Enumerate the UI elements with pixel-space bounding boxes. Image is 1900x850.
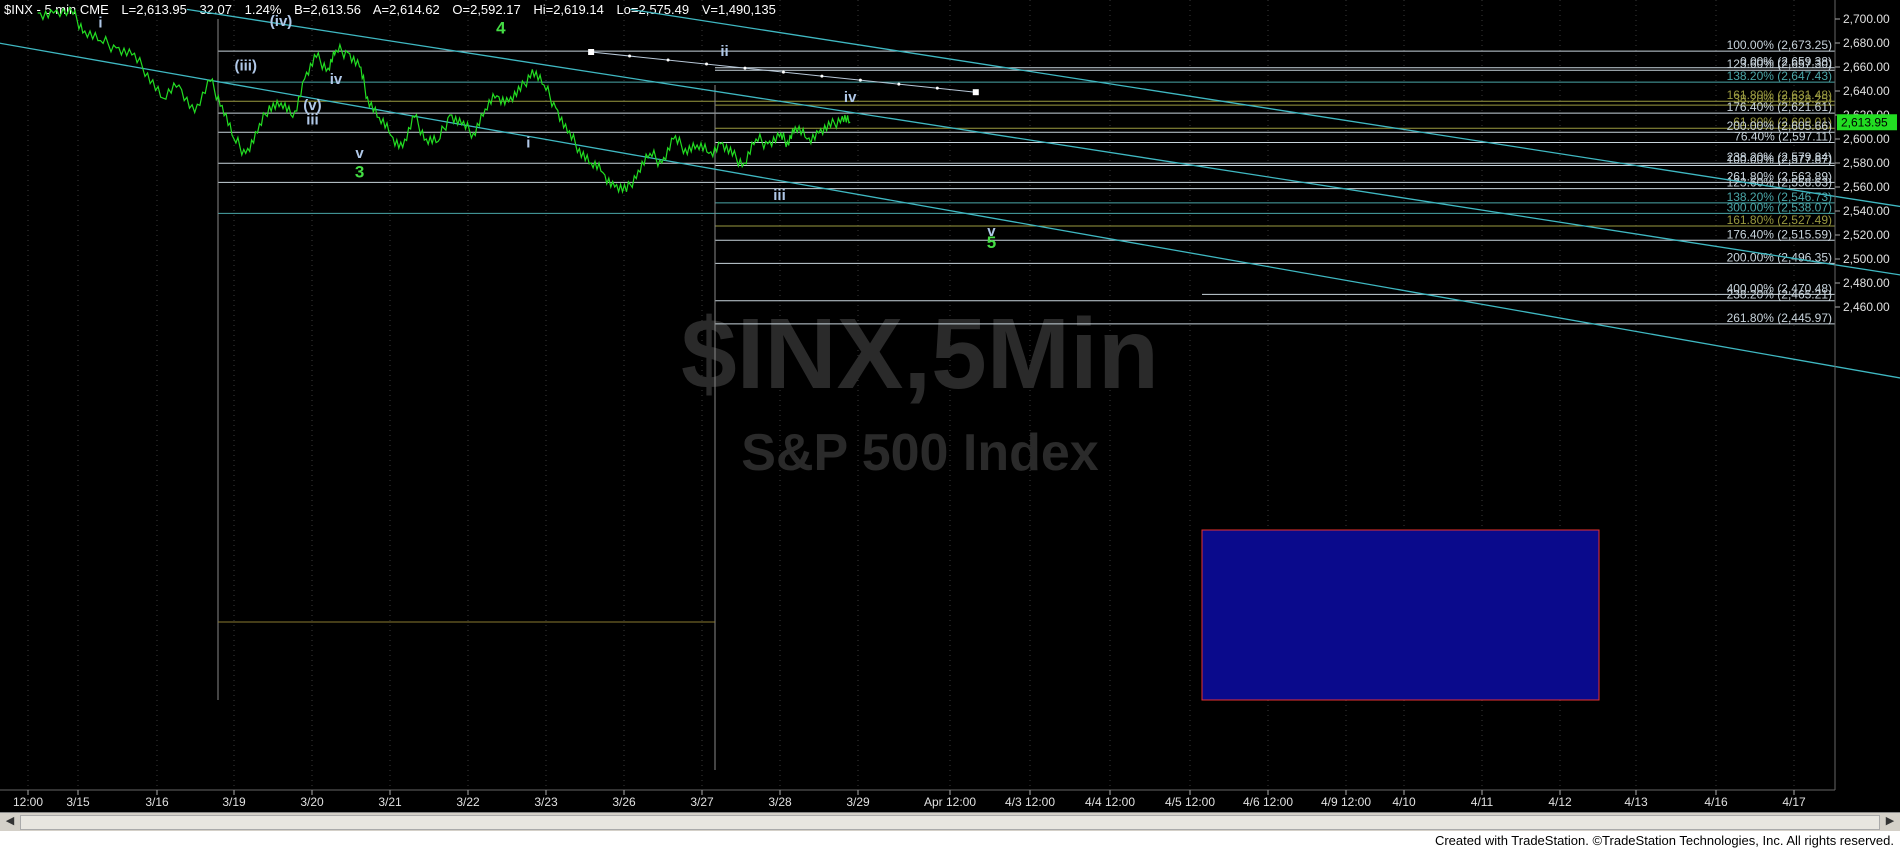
x-tick-label: 4/9 12:00	[1321, 795, 1371, 809]
y-tick-label: 2,500.00	[1843, 252, 1890, 266]
wave-label: iv	[844, 89, 857, 106]
wave-label: ii	[720, 43, 728, 60]
trendline-dot	[628, 54, 632, 58]
trendline-dot	[666, 58, 670, 62]
y-tick-label: 2,480.00	[1843, 276, 1890, 290]
trendline-dot	[897, 82, 901, 86]
watermark-name: S&P 500 Index	[741, 424, 1099, 482]
scroll-left-arrow-icon[interactable]: ◀	[2, 814, 18, 829]
x-tick-label: 4/6 12:00	[1243, 795, 1293, 809]
x-tick-label: Apr 12:00	[924, 795, 976, 809]
wave-label: (iv)	[270, 13, 293, 30]
wave-label: iii	[306, 112, 319, 129]
fib-label: 138.20% (2,647.43)	[1727, 69, 1832, 83]
wave-label: i	[98, 14, 102, 31]
target-box-group	[1201, 529, 1600, 701]
x-tick-label: 4/3 12:00	[1005, 795, 1055, 809]
trendline-handle	[972, 89, 979, 96]
y-tick-label: 2,520.00	[1843, 228, 1890, 242]
wave-label: iii	[773, 187, 786, 204]
footer: Created with TradeStation. ©TradeStation…	[0, 831, 1900, 850]
fib-label: 176.40% (2,621.61)	[1727, 100, 1832, 114]
x-tick-label: 3/21	[378, 795, 402, 809]
wave-label: 5	[987, 233, 996, 252]
y-tick-label: 2,640.00	[1843, 84, 1890, 98]
watermark: $INX,5Min S&P 500 Index	[681, 298, 1159, 482]
x-tick-label: 4/13	[1624, 795, 1648, 809]
x-tick-label: 4/17	[1782, 795, 1806, 809]
footer-credit: Created with TradeStation. ©TradeStation…	[1434, 833, 1894, 848]
y-tick-label: 2,560.00	[1843, 180, 1890, 194]
fib-label: 176.40% (2,515.59)	[1727, 227, 1832, 241]
trendline-dot	[935, 86, 939, 90]
price-line	[37, 6, 851, 195]
fib-label: 100.00% (2,577.87)	[1727, 153, 1832, 167]
trendline-dot	[705, 62, 709, 66]
wave-label: i	[526, 134, 530, 151]
x-tick-label: 3/29	[846, 795, 870, 809]
x-tick-label: 3/20	[300, 795, 324, 809]
x-tick-label: 3/26	[612, 795, 636, 809]
x-tick-label: 12:00	[13, 795, 43, 809]
x-tick-label: 3/16	[145, 795, 169, 809]
y-tick-label: 2,660.00	[1843, 60, 1890, 74]
fib-label: 161.80% (2,527.49)	[1727, 213, 1832, 227]
watermark-symbol: $INX,5Min	[681, 298, 1159, 410]
price-series	[37, 6, 851, 195]
x-tick-label: 3/23	[534, 795, 558, 809]
x-tick-label: 3/22	[456, 795, 480, 809]
y-tick-label: 2,600.00	[1843, 132, 1890, 146]
wave-label: (iii)	[234, 58, 257, 75]
x-tick-label: 4/12	[1548, 795, 1572, 809]
y-tick-label: 2,700.00	[1843, 12, 1890, 26]
x-tick-label: 3/19	[222, 795, 246, 809]
x-tick-label: 4/10	[1392, 795, 1416, 809]
fib-label: 261.80% (2,445.97)	[1727, 311, 1832, 325]
x-tick-label: 4/11	[1471, 795, 1494, 809]
x-tick-label: 4/16	[1704, 795, 1728, 809]
trendline-dot	[858, 78, 862, 82]
fib-label: 76.40% (2,597.11)	[1734, 129, 1832, 143]
x-tick-label: 3/27	[690, 795, 714, 809]
price-chart[interactable]: $INX,5Min S&P 500 Index 100.00% (2,673.2…	[0, 0, 1900, 850]
trendline-handle	[588, 49, 595, 55]
x-tick-label: 4/5 12:00	[1165, 795, 1215, 809]
scroll-right-arrow-icon[interactable]: ▶	[1882, 814, 1898, 829]
y-tick-label: 2,680.00	[1843, 36, 1890, 50]
fib-label: 100.00% (2,673.25)	[1727, 38, 1832, 52]
y-tick-label: 2,540.00	[1843, 204, 1890, 218]
trendline-dot	[743, 66, 747, 70]
x-tick-label: 3/28	[768, 795, 792, 809]
x-tick-label: 4/4 12:00	[1085, 795, 1135, 809]
y-tick-label: 2,460.00	[1843, 300, 1890, 314]
wave-label: 3	[355, 162, 364, 181]
fib-label: 238.20% (2,465.21)	[1727, 288, 1832, 302]
trendline-dot	[820, 74, 824, 78]
wave-label: iv	[330, 71, 343, 88]
y-tick-label: 2,580.00	[1843, 156, 1890, 170]
horizontal-scrollbar[interactable]: ◀ ▶	[0, 812, 1900, 831]
last-price-label: 2,613.95	[1841, 115, 1888, 129]
wave-label: 4	[496, 18, 506, 37]
x-tick-label: 3/15	[66, 795, 90, 809]
target-box[interactable]	[1201, 529, 1600, 701]
scroll-track[interactable]	[20, 815, 1880, 830]
trendline-dot	[781, 70, 785, 74]
trendline	[630, 8, 1900, 208]
wave-label: v	[355, 145, 364, 162]
